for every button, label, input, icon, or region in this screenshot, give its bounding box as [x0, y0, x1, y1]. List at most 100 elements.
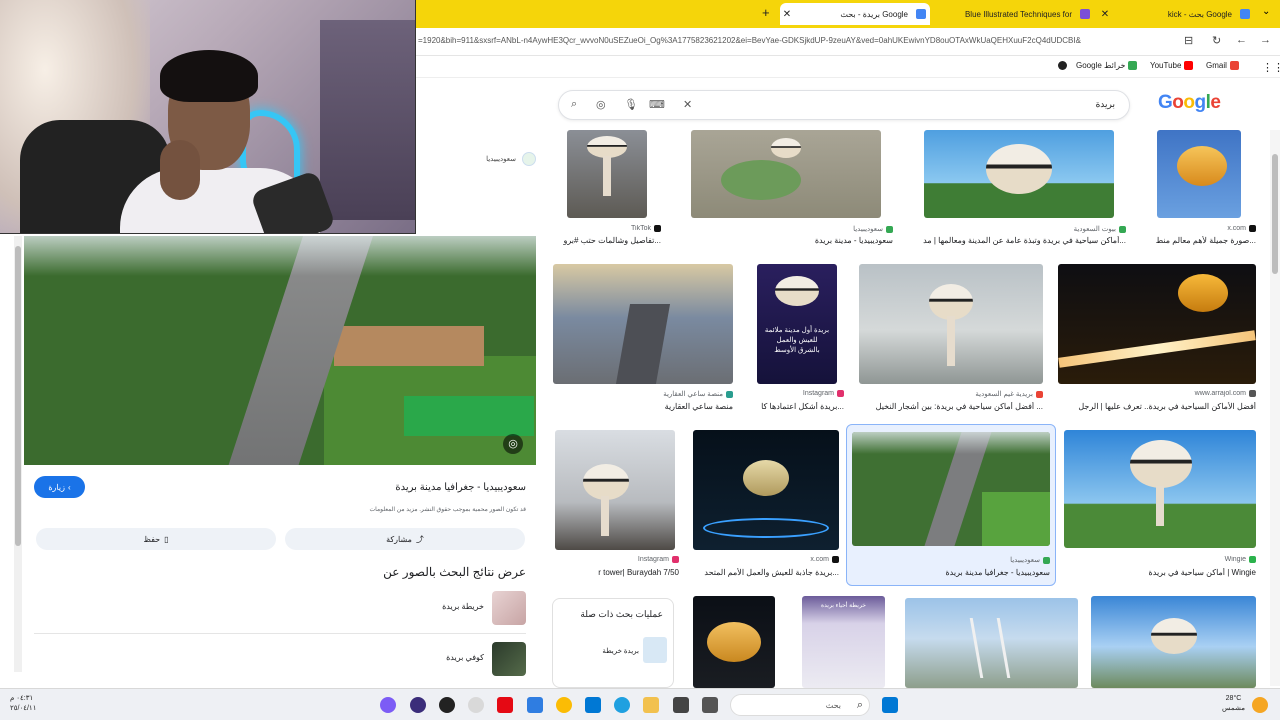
result-title[interactable]: أماكن سياحية في بريدة وتبذة عامة عن المد…: [900, 236, 1126, 245]
new-tab-button[interactable]: +: [762, 5, 770, 20]
result-title[interactable]: أفضل الأماكن السياحية في بريدة.. تعرف عل…: [1040, 402, 1256, 411]
copyright-notice[interactable]: قد تكون الصور محمية بموجب حقوق النشر. مز…: [200, 506, 526, 513]
edge-icon[interactable]: [614, 697, 630, 713]
result-title[interactable]: منصة ساعي العقارية: [553, 402, 733, 411]
share-button[interactable]: مشاركة ⤴: [285, 528, 525, 550]
discord-icon[interactable]: [380, 697, 396, 713]
chrome-icon[interactable]: [556, 697, 572, 713]
app-icon[interactable]: [527, 697, 543, 713]
result-title[interactable]: أماكن سياحية في بريدة | Wingie: [1064, 568, 1256, 577]
folder-icon[interactable]: [643, 697, 659, 713]
image-result[interactable]: [905, 598, 1078, 688]
search-box[interactable]: ⌕ ◎ 🎙 ⌨ ✕ بريدة: [558, 90, 1130, 120]
image-result[interactable]: [555, 430, 675, 550]
image-result[interactable]: [1058, 264, 1256, 384]
image-result[interactable]: بريدة أول مدينة ملائمة للعيش والعمل بالش…: [757, 264, 837, 384]
image-area: [160, 140, 200, 200]
source-label: TikTok: [631, 225, 651, 232]
result-source[interactable]: Wingie: [1064, 556, 1256, 563]
related-search-item[interactable]: بريدة خريطة: [602, 647, 639, 655]
preview-scrollbar[interactable]: [14, 236, 22, 672]
visit-button[interactable]: زيارة ‹: [34, 476, 85, 498]
weather-widget[interactable]: 28°C مشمس: [1222, 694, 1245, 714]
preview-title[interactable]: سعوديبيديا - جغرافيا مدينة بريدة: [300, 482, 526, 493]
result-source[interactable]: x.com: [693, 556, 839, 563]
related-item[interactable]: خريطة بريدة: [34, 591, 526, 625]
obs-icon[interactable]: [410, 697, 426, 713]
keyboard-icon[interactable]: ⌨: [649, 98, 665, 111]
lens-search-icon[interactable]: ◎: [503, 434, 523, 454]
reload-icon[interactable]: ↻: [1212, 34, 1221, 47]
related-item[interactable]: كوفي بريدة: [34, 642, 526, 676]
result-title[interactable]: بريدة جاذبة للعيش والعمل الأمم المتحد...: [693, 568, 839, 577]
windows-start-icon[interactable]: [882, 697, 898, 713]
result-title[interactable]: r tower| Buraydah 7/50: [555, 568, 679, 577]
address-bar[interactable]: =1920&bih=911&sxsrf=ANbL-n4AywHE3Qcr_wvv…: [418, 36, 1178, 45]
result-source[interactable]: منصة ساعي العقارية: [553, 390, 733, 398]
result-source[interactable]: Instagram: [740, 390, 844, 397]
lens-icon[interactable]: ◎: [596, 98, 606, 111]
clear-icon[interactable]: ✕: [683, 98, 692, 111]
result-source[interactable]: Instagram: [555, 556, 679, 563]
image-result[interactable]: [1157, 130, 1241, 218]
microphone-icon[interactable]: 🎙: [624, 98, 638, 111]
result-source[interactable]: TikTok: [567, 225, 661, 232]
tab-blue-illustrated[interactable]: Blue Illustrated Techniques for: [934, 3, 1094, 25]
bookmark-maps[interactable]: Google خرائط: [1076, 61, 1138, 70]
related-searches-card[interactable]: عمليات بحث ذات صلة بريدة خريطة: [552, 598, 674, 688]
search-icon[interactable]: ⌕: [571, 98, 577, 111]
preview-image[interactable]: [24, 236, 536, 465]
image-result[interactable]: [1064, 430, 1256, 548]
results-scrollbar[interactable]: [1270, 130, 1280, 686]
image-result[interactable]: خريطة أحياء بريدة: [802, 596, 885, 688]
close-icon[interactable]: ✕: [780, 9, 794, 20]
result-source[interactable]: www.arrajol.com: [1058, 390, 1256, 397]
gear-icon[interactable]: [468, 697, 484, 713]
scrollbar-thumb[interactable]: [1272, 154, 1278, 274]
image-result[interactable]: [859, 264, 1043, 384]
chevron-down-icon[interactable]: ⌄: [1262, 6, 1270, 17]
search-input[interactable]: بريدة: [1096, 99, 1115, 110]
scrollbar-thumb[interactable]: [15, 246, 21, 546]
bookmark-gmail[interactable]: Gmail: [1206, 61, 1239, 70]
result-source[interactable]: سعوديبيديا: [691, 225, 893, 233]
clock[interactable]: ٠٤:٣١ م ٢٥/٠٤/١١: [10, 694, 36, 714]
back-icon[interactable]: ←: [1236, 34, 1247, 46]
preview-source[interactable]: سعوديبيديا: [420, 146, 536, 172]
result-source[interactable]: x.com: [1130, 225, 1256, 232]
result-source[interactable]: سعوديبيديا: [852, 556, 1050, 564]
store-icon[interactable]: [585, 697, 601, 713]
app-icon[interactable]: [439, 697, 455, 713]
image-result[interactable]: [924, 130, 1114, 218]
result-title[interactable]: سعوديبيديا - جغرافيا مدينة بريدة: [852, 568, 1050, 577]
result-source[interactable]: بيوت السعودية: [924, 225, 1126, 233]
app-icon[interactable]: [702, 697, 718, 713]
image-result[interactable]: [693, 430, 839, 550]
image-result[interactable]: [691, 130, 881, 218]
image-result[interactable]: [553, 264, 733, 384]
image-result[interactable]: [693, 596, 775, 688]
result-source[interactable]: بريدية غيم السعودية: [859, 390, 1043, 398]
tab-buraydah-search[interactable]: ✕ بريدة - بحث Google: [780, 3, 930, 25]
app-icon[interactable]: [673, 697, 689, 713]
save-button[interactable]: حفظ ▯: [36, 528, 276, 550]
tab-kick-search[interactable]: ✕ kick - بحث Google: [1098, 3, 1254, 25]
chrome-icon[interactable]: [1058, 61, 1067, 70]
result-title[interactable]: صورة جميلة لأهم معالم منط...: [1130, 236, 1256, 245]
result-title[interactable]: أفضل أماكن سياحية في بريدة: بين أشجار ال…: [859, 402, 1043, 411]
forward-icon[interactable]: →: [1260, 34, 1271, 46]
apps-grid-icon[interactable]: ⋮⋮: [1262, 61, 1280, 74]
result-title[interactable]: تفاصيل وشالمات حتب #برو...: [555, 236, 661, 245]
google-logo[interactable]: Google: [1158, 92, 1221, 114]
site-settings-icon[interactable]: ⊟: [1184, 34, 1193, 47]
result-title[interactable]: سعوديبيديا - مدينة بريدة: [691, 236, 893, 245]
netflix-icon[interactable]: [497, 697, 513, 713]
taskbar-search[interactable]: بحث ⌕: [730, 694, 870, 716]
image-result[interactable]: [1091, 596, 1256, 688]
image-result[interactable]: [567, 130, 647, 218]
image-result[interactable]: [852, 432, 1050, 546]
result-title[interactable]: بريدة أشكل اعتمادها كا...: [740, 402, 844, 411]
bookmark-youtube[interactable]: YouTube: [1150, 61, 1194, 70]
youtube-icon: [1184, 61, 1194, 70]
close-icon[interactable]: ✕: [1098, 9, 1112, 20]
